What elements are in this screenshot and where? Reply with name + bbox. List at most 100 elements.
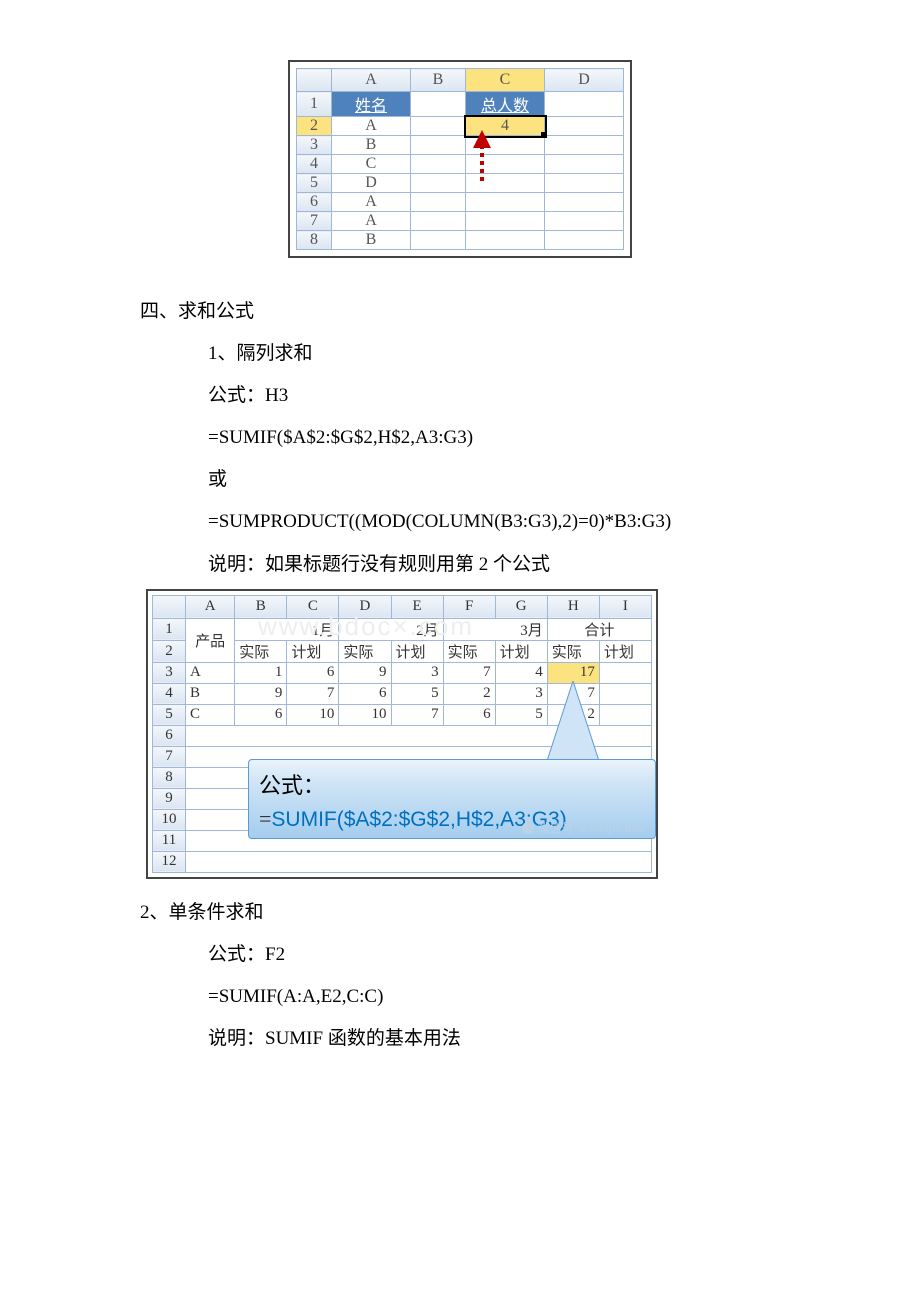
cell: 1月	[235, 618, 339, 640]
item-title: 1、隔列求和	[170, 336, 920, 372]
cell: 计划	[599, 640, 651, 662]
row-header: 4	[153, 683, 186, 704]
cell: 4	[495, 662, 547, 683]
cell: A	[332, 212, 411, 231]
cell	[466, 174, 545, 193]
col-header: C	[466, 69, 545, 92]
formula-callout: 公式： =SUMIF($A$2:$G$2,H$2,A3:G3) 微信号: exc…	[248, 759, 656, 839]
cell: 3月	[443, 618, 547, 640]
item-title: 2、单条件求和	[140, 895, 920, 931]
cell	[599, 704, 651, 725]
row-header: 12	[153, 851, 186, 872]
cell	[466, 155, 545, 174]
cell: 合计	[547, 618, 651, 640]
cell	[186, 851, 652, 872]
cell	[411, 155, 466, 174]
cell: 1	[235, 662, 287, 683]
row-header: 5	[153, 704, 186, 725]
text: 或	[170, 462, 920, 498]
cell	[411, 136, 466, 155]
cell: 6	[287, 662, 339, 683]
cell: 实际	[443, 640, 495, 662]
cell	[466, 212, 545, 231]
row-header: 9	[153, 788, 186, 809]
section-title: 四、求和公式	[140, 294, 920, 330]
row-header: 7	[153, 746, 186, 767]
cell	[545, 136, 624, 155]
cell: 姓名	[332, 92, 411, 117]
col-header: A	[186, 595, 235, 618]
cell: 7	[287, 683, 339, 704]
row-header: 6	[153, 725, 186, 746]
cell: 17	[547, 662, 599, 683]
cell	[545, 193, 624, 212]
cell	[411, 174, 466, 193]
cell	[545, 231, 624, 250]
cell: D	[332, 174, 411, 193]
formula-text: =SUMPRODUCT((MOD(COLUMN(B3:G3),2)=0)*B3:…	[170, 504, 920, 540]
cell	[599, 662, 651, 683]
row-header: 2	[297, 117, 332, 136]
cell	[545, 212, 624, 231]
cell: 7	[391, 704, 443, 725]
cell: 9	[235, 683, 287, 704]
cell: 计划	[287, 640, 339, 662]
sheet1-screenshot: A B C D 1 姓名 总人数 2 A 4	[288, 60, 632, 258]
cell: 5	[495, 704, 547, 725]
cell-value: 4	[501, 117, 509, 134]
cell: B	[186, 683, 235, 704]
cell: A	[332, 193, 411, 212]
cell: 实际	[547, 640, 599, 662]
cell: 总人数	[466, 92, 545, 117]
cell	[411, 117, 466, 136]
row-header: 3	[153, 662, 186, 683]
cell	[545, 174, 624, 193]
cell: 5	[391, 683, 443, 704]
cell: 7	[547, 683, 599, 704]
callout-eq: =	[259, 806, 271, 831]
cell: 3	[495, 683, 547, 704]
cell: 6	[339, 683, 391, 704]
cell: B	[332, 136, 411, 155]
col-header: E	[391, 595, 443, 618]
row-header: 6	[297, 193, 332, 212]
cell	[186, 725, 652, 746]
formula-text: =SUMIF($A$2:$G$2,H$2,A3:G3)	[170, 420, 920, 456]
col-header: D	[545, 69, 624, 92]
sheet2-corner	[153, 595, 186, 618]
cell: 6	[443, 704, 495, 725]
cell: C	[186, 704, 235, 725]
cell: 2	[443, 683, 495, 704]
col-header: A	[332, 69, 411, 92]
row-header: 5	[297, 174, 332, 193]
col-header: B	[411, 69, 466, 92]
col-header: I	[599, 595, 651, 618]
callout-title: 公式：	[259, 768, 645, 800]
note-text: 说明：如果标题行没有规则用第 2 个公式	[170, 547, 920, 583]
cell: 10	[287, 704, 339, 725]
cell	[411, 231, 466, 250]
row-header: 10	[153, 809, 186, 830]
wechat-icon	[522, 822, 534, 834]
row-header: 11	[153, 830, 186, 851]
sheet1-corner	[297, 69, 332, 92]
cell	[466, 231, 545, 250]
selection-handle	[541, 132, 547, 138]
selected-cell: 4	[466, 117, 545, 136]
col-header: D	[339, 595, 391, 618]
sheet2-screenshot: www.bdoc×.com A B C D E F G H I 1 产品 1月 …	[146, 589, 658, 879]
formula-label: 公式：F2	[170, 937, 920, 973]
cell: 计划	[495, 640, 547, 662]
col-header: C	[287, 595, 339, 618]
wechat-watermark: 微信号: excelpx-tete	[522, 819, 645, 836]
cell: 实际	[339, 640, 391, 662]
row-header: 3	[297, 136, 332, 155]
col-header: H	[547, 595, 599, 618]
wechat-text: 微信号: excelpx-tete	[538, 821, 645, 835]
formula-label: 公式：H3	[170, 378, 920, 414]
row-header: 7	[297, 212, 332, 231]
cell	[599, 683, 651, 704]
cell	[545, 155, 624, 174]
cell: 7	[443, 662, 495, 683]
col-header: G	[495, 595, 547, 618]
